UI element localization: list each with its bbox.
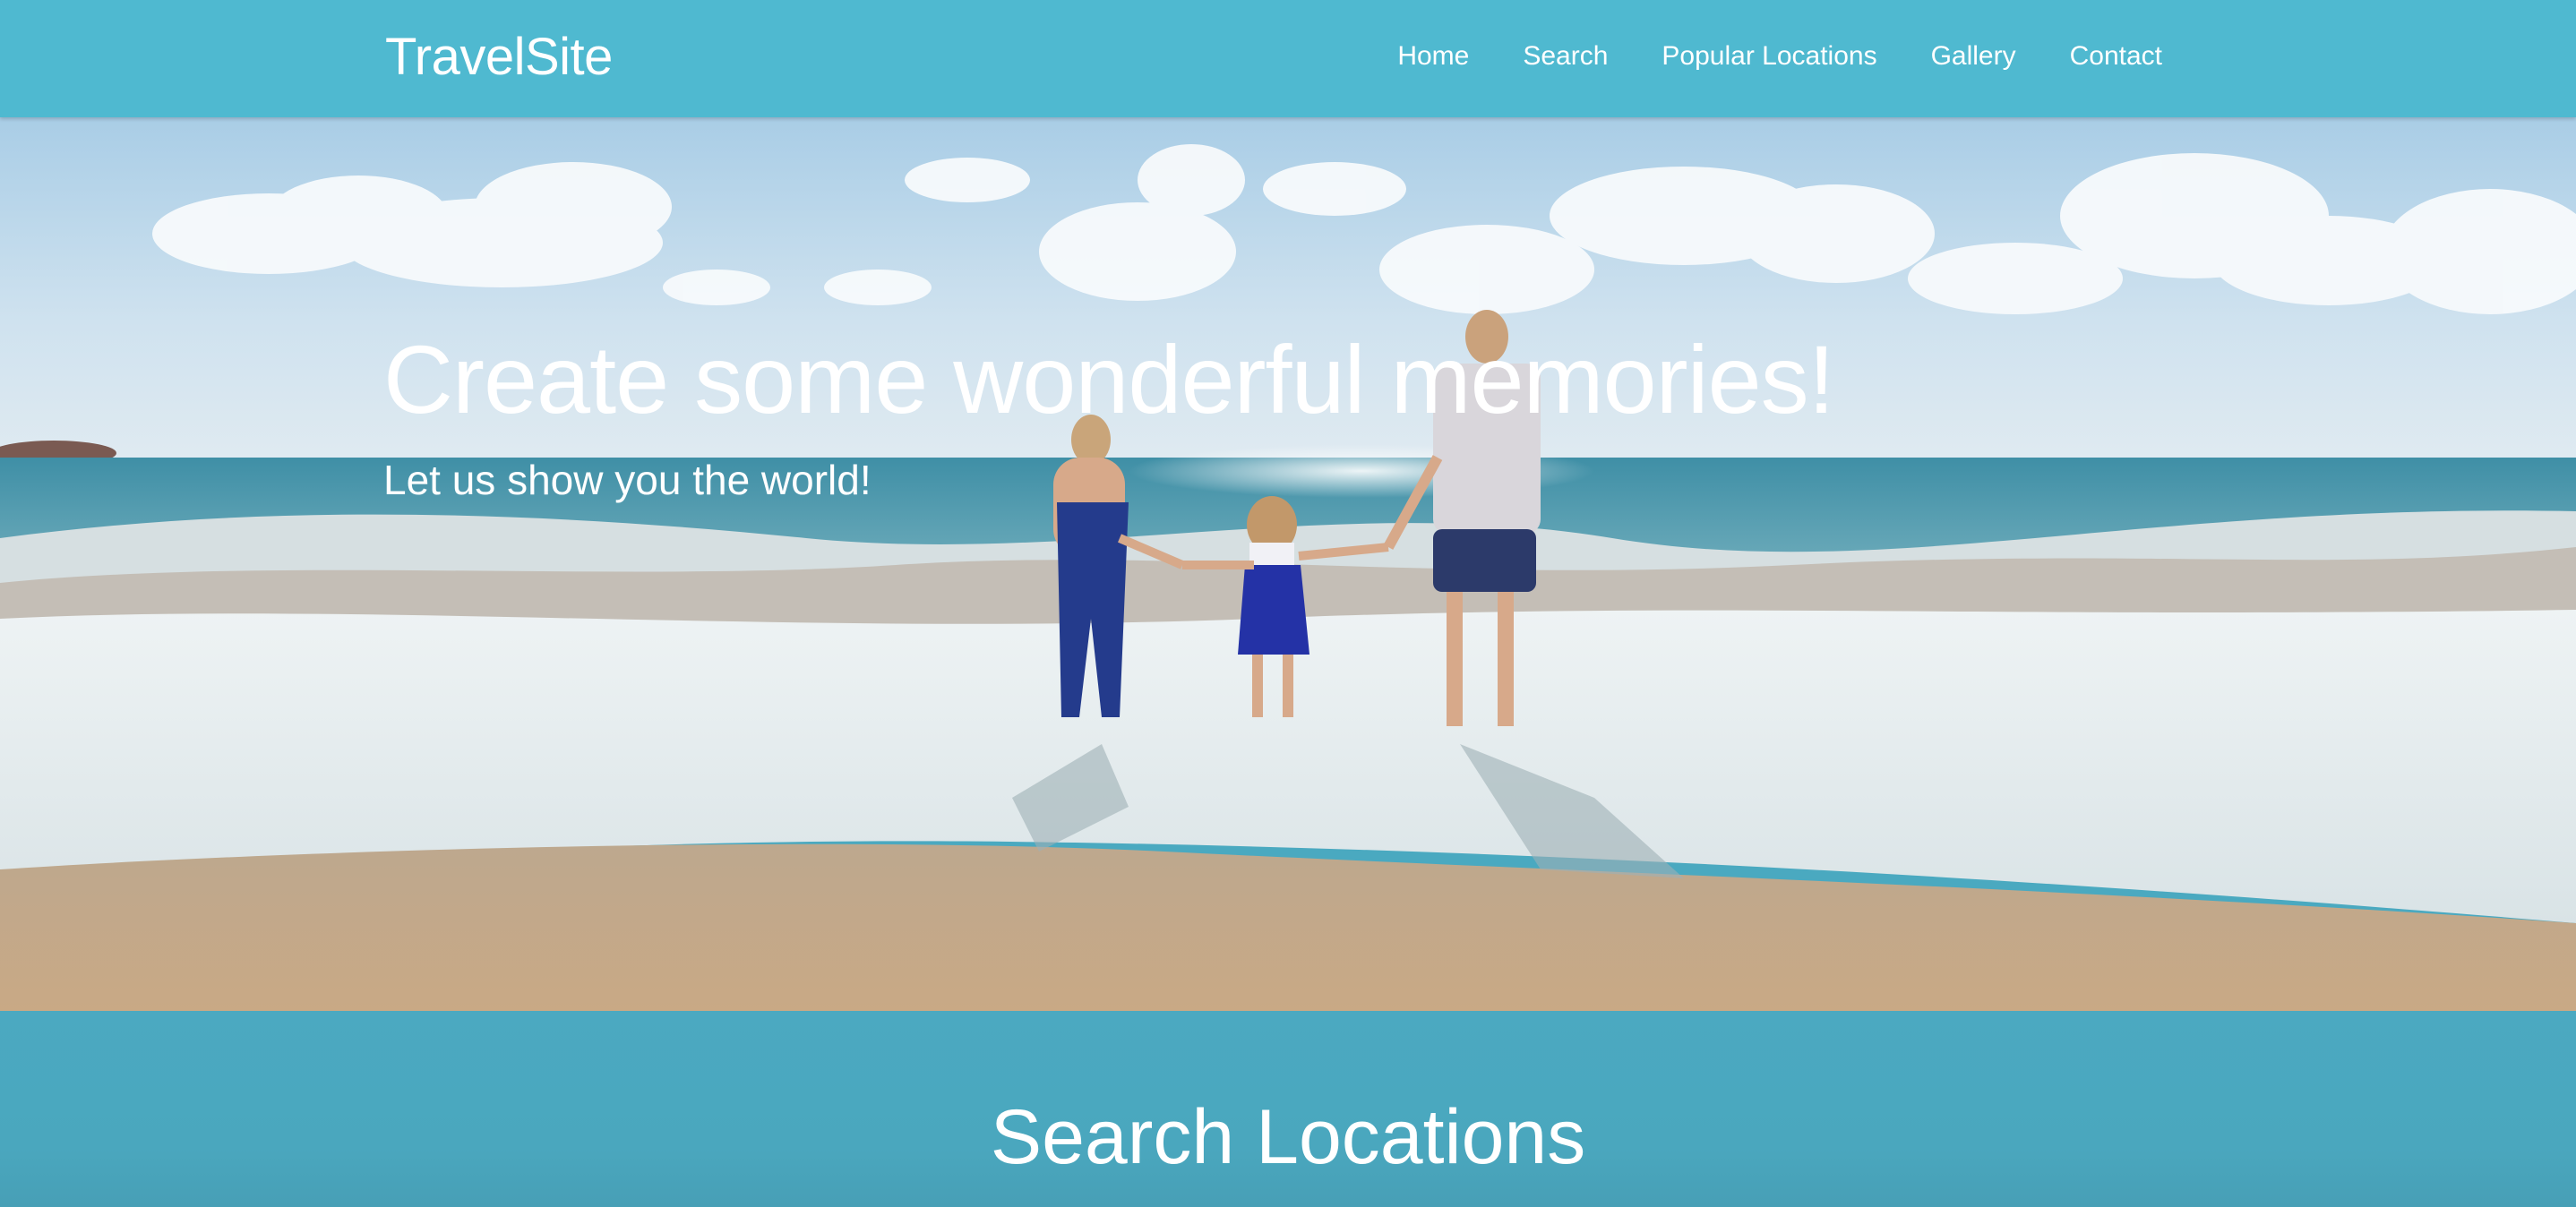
hero-section: Create some wonderful memories! Let us s… bbox=[0, 117, 2576, 1011]
search-section-title: Search Locations bbox=[990, 1094, 1586, 1180]
navbar: TravelSite Home Search Popular Locations… bbox=[0, 0, 2576, 117]
hero-image bbox=[0, 117, 2576, 1011]
nav-link-gallery[interactable]: Gallery bbox=[1931, 41, 2016, 72]
nav-link-popular-locations[interactable]: Popular Locations bbox=[1662, 41, 1876, 72]
nav-link-home[interactable]: Home bbox=[1397, 41, 1469, 72]
hero-subtitle: Let us show you the world! bbox=[383, 457, 872, 503]
nav-link-contact[interactable]: Contact bbox=[2070, 41, 2162, 72]
hero-title: Create some wonderful memories! bbox=[383, 325, 1835, 433]
brand-logo[interactable]: TravelSite bbox=[385, 27, 613, 87]
nav-links: Home Search Popular Locations Gallery Co… bbox=[1397, 41, 2162, 72]
search-section: Search Locations bbox=[0, 1011, 2576, 1207]
nav-link-search[interactable]: Search bbox=[1523, 41, 1608, 72]
